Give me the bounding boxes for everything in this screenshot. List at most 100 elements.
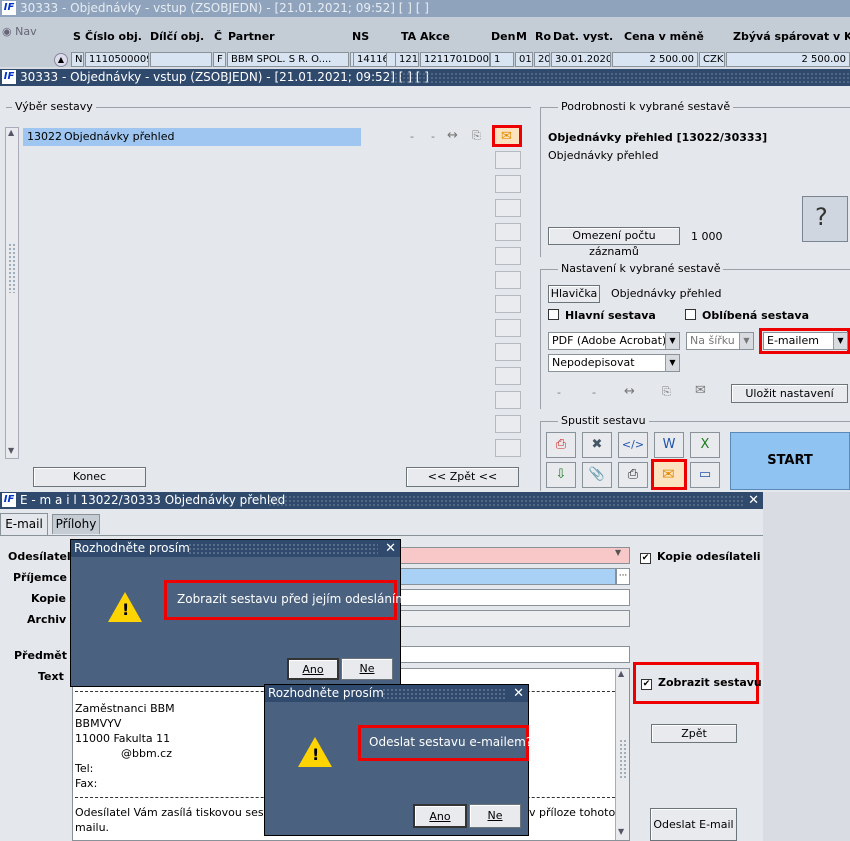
empty-slot[interactable] (495, 151, 521, 169)
konec-button[interactable]: Konec (33, 467, 146, 487)
xml-tools-button[interactable]: ✖ (582, 432, 612, 458)
vyber-scrollbar[interactable]: ▲ ▼ (5, 127, 19, 459)
empty-slot[interactable] (495, 247, 521, 265)
report-row[interactable]: 13022 Objednávky přehled (23, 128, 361, 146)
report-dash-1: - (410, 130, 414, 143)
screen-button[interactable]: ▭ (690, 462, 720, 488)
pdf-small-icon[interactable]: ⎘ (472, 129, 481, 143)
html-button[interactable]: </> (618, 432, 648, 458)
envelope-icon[interactable]: ✉ (695, 383, 706, 398)
sign-select[interactable]: Nepodepisovat ▼ (548, 354, 680, 372)
prijemce-field[interactable] (398, 568, 616, 585)
printer-icon: ⎙ (627, 467, 639, 482)
chevron-down-icon: ▼ (833, 333, 847, 349)
app-logo-icon: IF (2, 1, 16, 15)
col-akce: Akce (420, 30, 450, 43)
empty-slot[interactable] (495, 415, 521, 433)
start-button[interactable]: START (730, 432, 850, 490)
attach-button[interactable]: 📎 (582, 462, 612, 488)
scroll-down-icon[interactable]: ▼ (618, 827, 624, 836)
scroll-up-icon[interactable]: ▲ (8, 128, 14, 137)
row-scroll-up-icon[interactable]: ▲ (54, 53, 68, 67)
omezeni-button[interactable]: Omezení počtu záznamů (548, 227, 680, 258)
kopie-odesilateli-checkbox[interactable]: ✔ (640, 550, 651, 564)
report-email-button[interactable]: ✉ (492, 125, 522, 147)
empty-slot[interactable] (495, 223, 521, 241)
empty-slot[interactable] (495, 295, 521, 313)
archiv-field[interactable] (398, 610, 630, 627)
empty-slot[interactable] (495, 439, 521, 457)
orientation-value: Na šířku (690, 334, 735, 347)
output-value: E-mailem (767, 334, 819, 347)
pdf-icon-button[interactable]: ⎙ (546, 432, 576, 458)
format-select[interactable]: PDF (Adobe Acrobat) ▼ (548, 332, 680, 350)
excel-button[interactable]: X (690, 432, 720, 458)
scroll-down-icon[interactable]: ▼ (8, 446, 14, 455)
scroll-up-icon[interactable]: ▲ (618, 669, 624, 678)
scroll-thumb[interactable] (619, 739, 627, 779)
dialog-zobrazit-ne-button[interactable]: Ne (341, 658, 393, 680)
dialog-odeslat-ano-button[interactable]: Ano (413, 804, 467, 828)
prijemce-more-button[interactable]: ··· (616, 568, 630, 585)
empty-slot[interactable] (495, 367, 521, 385)
col-cena: Cena v měně (624, 30, 704, 43)
cell-akce: 1211701D000 (420, 52, 490, 67)
orientation-select[interactable]: Na šířku ▼ (686, 332, 754, 350)
zobrazit-sestavu-checkbox[interactable]: ✔ (641, 676, 652, 690)
detail-title: Objednávky přehled [13022/30333] (548, 131, 768, 144)
kopie-field[interactable] (398, 589, 630, 606)
col-partner: Partner (228, 30, 275, 43)
oblibena-sestava-checkbox[interactable] (685, 309, 696, 323)
swap-arrows-icon[interactable]: ↔ (624, 384, 635, 399)
empty-slot[interactable] (495, 343, 521, 361)
vyber-legend: Výběr sestavy (12, 100, 96, 113)
hlavicka-button[interactable]: Hlavička (548, 285, 600, 303)
dialog-odeslat-message: Odeslat sestavu e-mailem? (369, 735, 533, 749)
odesilatel-label: Odesílatel (8, 550, 71, 563)
empty-slot[interactable] (495, 391, 521, 409)
ulozit-button[interactable]: Uložit nastavení (731, 384, 848, 403)
empty-slot[interactable] (495, 199, 521, 217)
empty-slot[interactable] (495, 271, 521, 289)
empty-slot[interactable] (495, 319, 521, 337)
cell-ns: 14116 (353, 52, 387, 67)
close-icon[interactable]: ✕ (513, 685, 524, 702)
tab-email[interactable]: E-mail (0, 513, 48, 535)
chevron-down-icon: ▼ (665, 355, 679, 371)
dialog-zobrazit-ano-button[interactable]: Ano (287, 658, 339, 680)
odeslat-email-button[interactable]: Odeslat E-mail (650, 808, 737, 841)
printer-help-button[interactable]: ? (802, 196, 848, 242)
odesilatel-field[interactable] (398, 547, 630, 564)
close-icon[interactable]: ✕ (748, 492, 759, 509)
printer-question-icon: ? (815, 203, 828, 231)
dialog-zobrazit-message: Zobrazit sestavu před jejím odesláním? (177, 592, 414, 606)
output-select[interactable]: E-mailem ▼ (763, 332, 848, 350)
cell-cena: 2 500.00 (612, 52, 698, 67)
body-tail: v příloze tohoto (529, 806, 616, 819)
tab-divider (0, 535, 763, 536)
swap-arrows-icon[interactable]: ↔ (447, 128, 458, 143)
zpet-button[interactable]: << Zpět << (406, 467, 519, 487)
hlavicka-value: Objednávky přehled (611, 287, 722, 300)
hlavni-sestava-checkbox[interactable] (548, 309, 559, 323)
tab-prilohy[interactable]: Přílohy (52, 514, 100, 534)
nastaveni-legend: Nastavení k vybrané sestavě (558, 262, 724, 275)
close-icon[interactable]: ✕ (385, 540, 396, 557)
download-button[interactable]: ⇩ (546, 462, 576, 488)
chevron-down-icon: ▼ (739, 333, 753, 349)
bg-table-row[interactable]: N 1110500009 F BBM SPOL. S R. O.... 1411… (71, 52, 850, 67)
send-email-button[interactable]: ✉ (651, 459, 687, 490)
text-scrollbar[interactable]: ▲ ▼ (615, 669, 629, 840)
paperclip-icon: 📎 (588, 467, 606, 482)
print-button[interactable]: ⎙ (618, 462, 648, 488)
scroll-thumb[interactable] (8, 243, 16, 293)
col-c: Č (214, 30, 223, 43)
dialog-odeslat-ne-button[interactable]: Ne (469, 804, 521, 828)
empty-slot[interactable] (495, 175, 521, 193)
chevron-down-icon[interactable]: ▼ (615, 548, 621, 557)
email-zpet-button[interactable]: Zpět (651, 724, 737, 743)
col-ro: Ro (535, 30, 552, 43)
pdf-small-icon[interactable]: ⎘ (662, 385, 671, 399)
word-button[interactable]: W (654, 432, 684, 458)
predmet-field[interactable] (398, 646, 630, 663)
